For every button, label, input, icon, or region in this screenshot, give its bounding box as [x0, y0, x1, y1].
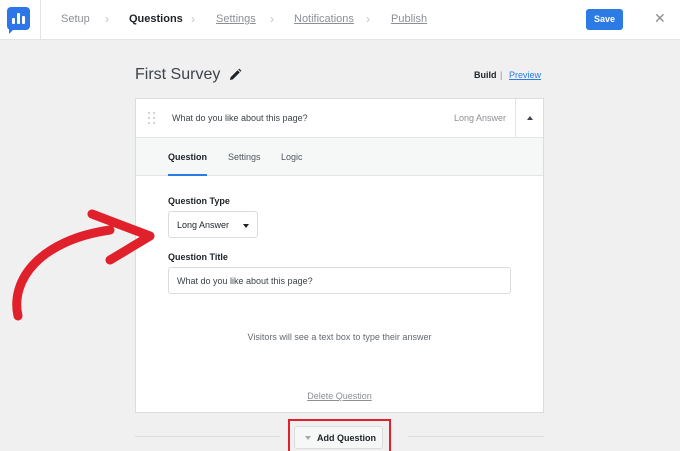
- preview-link[interactable]: Preview: [509, 70, 541, 80]
- step-publish[interactable]: Publish: [391, 13, 427, 25]
- question-tabs: Question Settings Logic: [136, 138, 543, 176]
- step-notifications[interactable]: Notifications: [294, 13, 354, 25]
- chevron-right-icon: ›: [270, 12, 274, 26]
- divider-right: [408, 436, 544, 437]
- step-questions[interactable]: Questions: [129, 13, 183, 25]
- link-divider: |: [500, 70, 503, 80]
- step-setup[interactable]: Setup: [61, 13, 90, 25]
- delete-question-link[interactable]: Delete Question: [136, 391, 543, 401]
- chevron-right-icon: ›: [366, 12, 370, 26]
- build-link[interactable]: Build: [474, 70, 497, 80]
- question-type-field-label: Question Type: [168, 196, 230, 206]
- question-title-field-label: Question Title: [168, 252, 228, 262]
- arrow-annotation: [12, 209, 155, 321]
- question-type-value: Long Answer: [177, 220, 230, 230]
- close-icon[interactable]: ✕: [654, 10, 666, 27]
- save-button[interactable]: Save: [586, 9, 623, 30]
- question-header-text: What do you like about this page?: [172, 113, 308, 123]
- question-card: What do you like about this page? Long A…: [135, 98, 544, 413]
- divider-left: [135, 436, 280, 437]
- divider: [40, 0, 41, 40]
- question-type-label: Long Answer: [454, 113, 507, 123]
- top-bar: Setup › Questions › Settings › Notificat…: [0, 0, 680, 40]
- question-type-select[interactable]: Long Answer: [168, 211, 258, 238]
- caret-down-icon: [243, 224, 249, 228]
- active-tab-indicator: [168, 174, 207, 176]
- pencil-icon[interactable]: [228, 68, 242, 82]
- step-settings[interactable]: Settings: [216, 13, 256, 25]
- question-header[interactable]: What do you like about this page? Long A…: [136, 99, 543, 138]
- chevron-right-icon: ›: [105, 12, 109, 26]
- caret-up-icon: [527, 116, 533, 120]
- collapse-button[interactable]: [515, 99, 543, 138]
- tab-logic[interactable]: Logic: [281, 152, 303, 162]
- chevron-right-icon: ›: [191, 12, 195, 26]
- helper-text: Visitors will see a text box to type the…: [247, 332, 432, 342]
- tab-question[interactable]: Question: [168, 152, 207, 162]
- tab-settings[interactable]: Settings: [228, 152, 261, 162]
- highlight-annotation: [288, 419, 391, 451]
- survey-title: First Survey: [135, 66, 221, 83]
- drag-handle-icon[interactable]: [148, 112, 156, 126]
- question-title-value: What do you like about this page?: [177, 276, 313, 286]
- app-logo-icon[interactable]: [7, 7, 30, 34]
- question-title-input[interactable]: What do you like about this page?: [168, 267, 511, 294]
